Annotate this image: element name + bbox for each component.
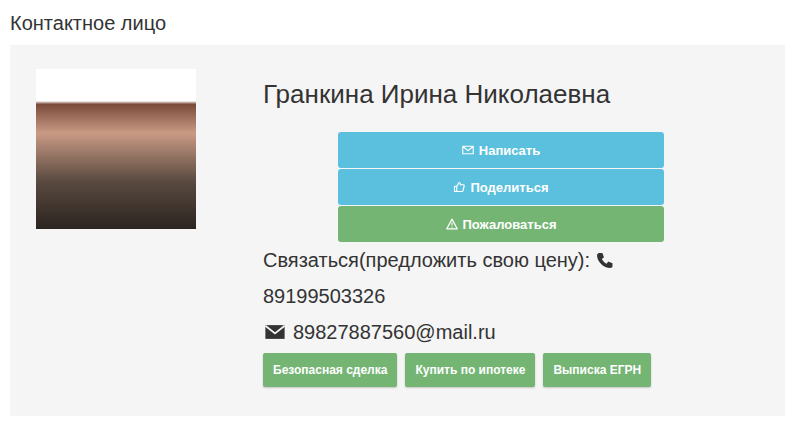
contact-prompt: Связаться(предложить свою цену): (263, 242, 785, 278)
envelope-icon (263, 321, 287, 343)
phone-number[interactable]: 89199503326 (263, 278, 785, 314)
contact-photo (36, 69, 196, 229)
complain-button[interactable]: Пожаловаться (338, 206, 664, 242)
thumbs-up-icon (453, 181, 465, 193)
email-row: 89827887560@mail.ru (263, 314, 785, 350)
contact-name: Гранкина Ирина Николаевна (263, 78, 785, 110)
share-button[interactable]: Поделиться (338, 169, 664, 205)
envelope-icon (462, 144, 474, 156)
service-button[interactable]: Безопасная сделка (263, 353, 397, 387)
contact-panel: Гранкина Ирина Николаевна НаписатьПоделит… (10, 45, 785, 416)
service-button[interactable]: Купить по ипотеке (405, 353, 535, 387)
service-buttons: Безопасная сделкаКупить по ипотекеВыписк… (263, 353, 785, 387)
phone-icon (596, 252, 613, 269)
action-buttons: НаписатьПоделитьсяПожаловаться (338, 132, 664, 242)
email[interactable]: 89827887560@mail.ru (293, 314, 496, 350)
service-button[interactable]: Выписка ЕГРН (543, 353, 651, 387)
write-button[interactable]: Написать (338, 132, 664, 168)
section-title: Контактное лицо (0, 0, 785, 45)
warning-icon (446, 218, 458, 230)
